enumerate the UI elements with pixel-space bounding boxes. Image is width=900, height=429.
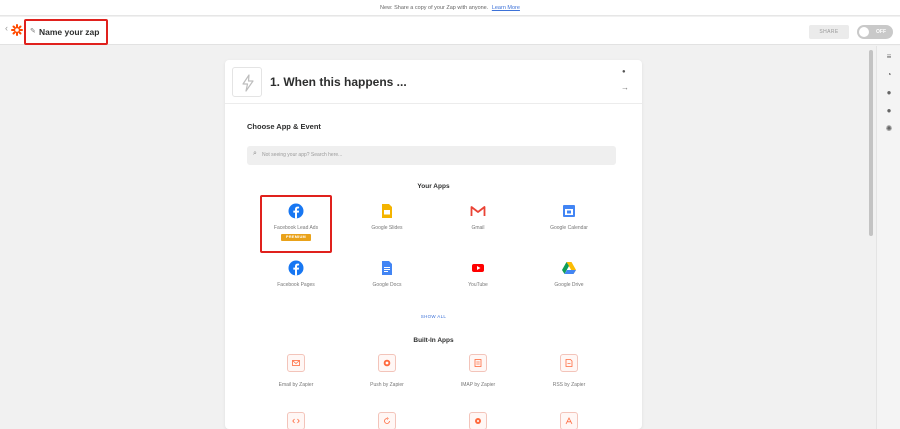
imap-icon [469, 354, 487, 372]
google-slides-icon [382, 204, 392, 218]
code-icon[interactable] [287, 412, 305, 429]
app-google-slides[interactable]: Google Slides [347, 203, 427, 255]
app-label: Google Docs [372, 282, 402, 288]
delay-icon[interactable] [378, 412, 396, 429]
share-button[interactable]: SHARE [809, 25, 849, 39]
back-chevron-icon[interactable]: ‹ [5, 23, 8, 33]
youtube-icon [472, 264, 484, 272]
announcement-banner: New: Share a copy of your Zap with anyon… [0, 0, 900, 16]
choose-app-label: Choose App & Event [247, 122, 321, 131]
toggle-knob [859, 27, 869, 37]
right-sidebar: ≡ ◔ ● ● ✺ [876, 46, 900, 429]
app-label: Facebook Pages [277, 282, 315, 288]
zap-name-field[interactable]: ✎ Name your zap [24, 19, 108, 45]
app-label: IMAP by Zapier [460, 382, 496, 388]
built-in-apps-title: Built-In Apps [413, 337, 454, 344]
app-label: YouTube [468, 282, 488, 288]
scrollbar-thumb[interactable] [869, 50, 873, 236]
step-status-icon: ● [622, 69, 626, 75]
editor-topbar: ‹ ✎ Name your zap SHARE OFF [0, 17, 900, 45]
google-drive-icon [562, 262, 576, 274]
zap-on-off-toggle[interactable]: OFF [857, 25, 893, 39]
help-icon[interactable]: ● [884, 106, 894, 116]
selected-app-highlight [260, 195, 332, 253]
facebook-icon [288, 260, 304, 276]
app-google-calendar[interactable]: Google Calendar [529, 203, 609, 255]
app-label: Google Drive [554, 282, 584, 288]
app-facebook-pages[interactable]: Facebook Pages [256, 260, 336, 312]
google-calendar-icon [563, 205, 575, 217]
trigger-bolt-icon [232, 67, 262, 97]
app-label: Gmail [471, 225, 485, 231]
app-label: Email by Zapier [278, 382, 314, 388]
rss-icon [560, 354, 578, 372]
email-icon [287, 354, 305, 372]
your-apps-title: Your Apps [417, 183, 450, 190]
app-gmail[interactable]: Gmail [438, 203, 518, 255]
app-google-drive[interactable]: Google Drive [529, 260, 609, 312]
app-label: Google Slides [371, 225, 403, 231]
info-icon[interactable]: ● [884, 88, 894, 98]
app-search-input[interactable]: ⌕ Not seeing your app? Search here... [247, 146, 616, 165]
toggle-label: OFF [876, 29, 886, 35]
banner-text: New: Share a copy of your Zap with anyon… [380, 5, 489, 11]
google-docs-icon [382, 261, 392, 275]
app-push-by-zapier[interactable]: Push by Zapier [347, 354, 427, 406]
step-menu-arrow-icon[interactable]: → [621, 83, 629, 92]
app-rss-by-zapier[interactable]: RSS by Zapier [529, 354, 609, 406]
step-header[interactable]: 1. When this happens ... ● → [225, 60, 642, 104]
app-label: Push by Zapier [370, 382, 404, 388]
pencil-icon: ✎ [30, 28, 36, 35]
settings-icon[interactable]: ✺ [884, 124, 894, 134]
push-icon [378, 354, 396, 372]
webhook-icon[interactable] [469, 412, 487, 429]
gmail-icon [470, 206, 486, 216]
search-placeholder: Not seeing your app? Search here... [262, 152, 343, 158]
zap-name: Name your zap [39, 27, 100, 37]
app-email-by-zapier[interactable]: Email by Zapier [256, 354, 336, 406]
trigger-step-card: 1. When this happens ... ● → Choose App … [225, 60, 642, 429]
zapier-logo-icon[interactable] [11, 24, 23, 36]
search-icon: ⌕ [253, 150, 257, 157]
show-all-link[interactable]: SHOW ALL [225, 314, 642, 319]
history-icon[interactable]: ◔ [884, 70, 894, 80]
app-label: Google Calendar [550, 225, 588, 231]
app-imap-by-zapier[interactable]: IMAP by Zapier [438, 354, 518, 406]
app-label: RSS by Zapier [552, 382, 586, 388]
outline-list-icon[interactable]: ≡ [884, 52, 894, 62]
step-title: 1. When this happens ... [270, 75, 407, 89]
app-youtube[interactable]: YouTube [438, 260, 518, 312]
formatter-icon[interactable] [560, 412, 578, 429]
learn-more-link[interactable]: Learn More [492, 5, 520, 11]
app-google-docs[interactable]: Google Docs [347, 260, 427, 312]
